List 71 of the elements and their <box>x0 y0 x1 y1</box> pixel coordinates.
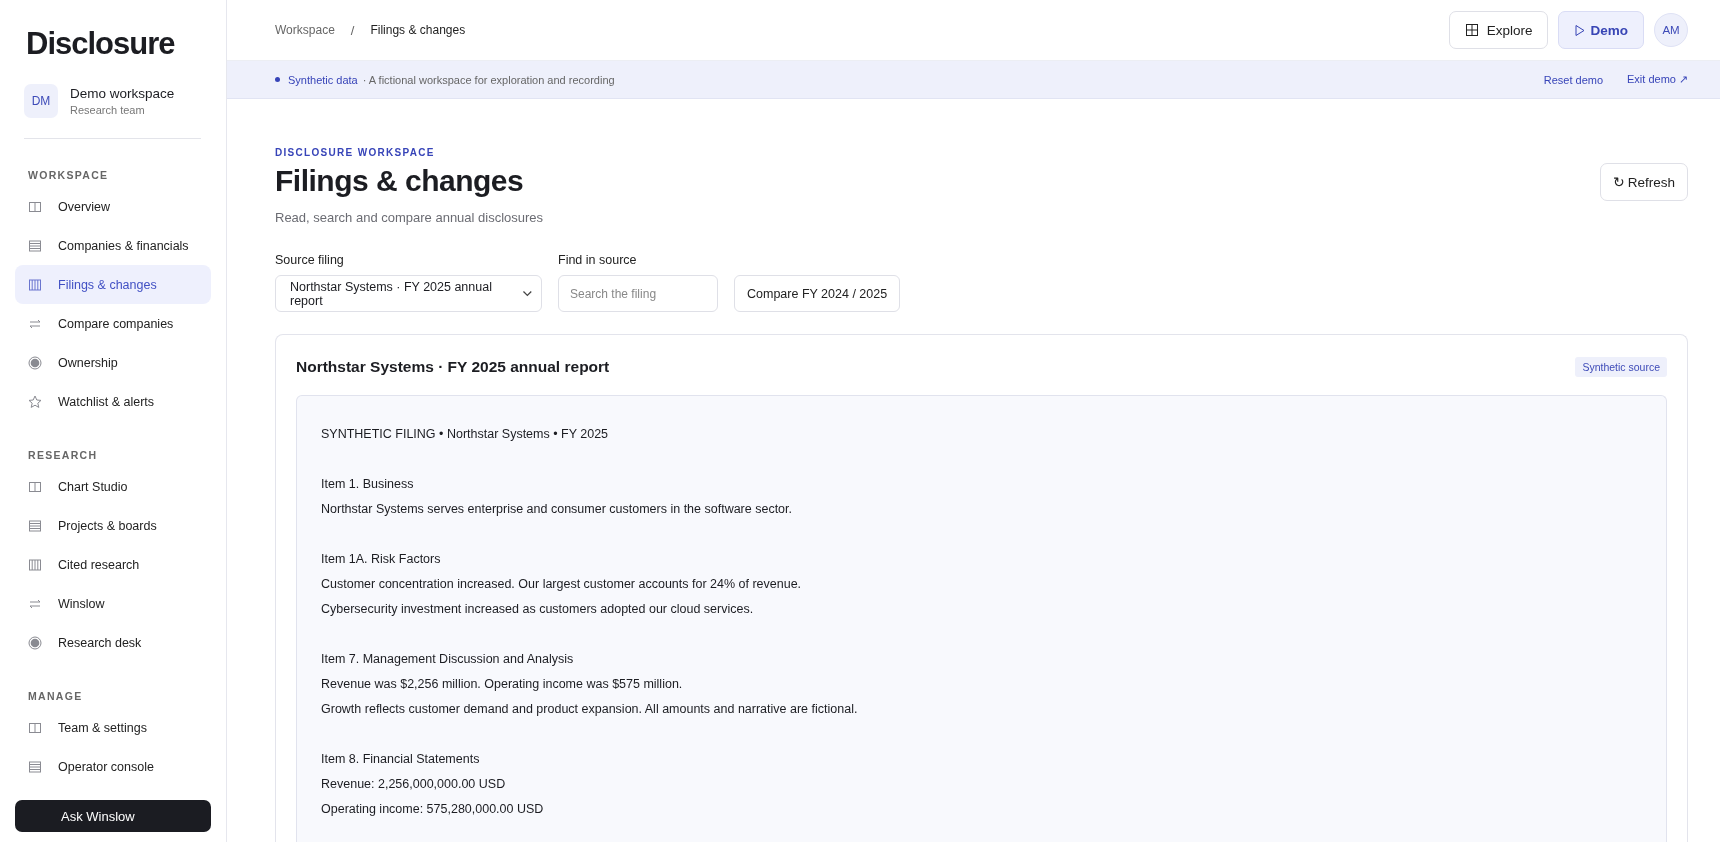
page-eyebrow: DISCLOSURE WORKSPACE <box>275 147 436 158</box>
field-label: Source filing <box>275 253 345 267</box>
filing-line: Growth reflects customer demand and product expansion. All amounts and narrative are fictional. <box>321 701 859 718</box>
rows-icon <box>28 238 42 253</box>
columns-icon <box>28 557 42 572</box>
explore-button[interactable]: Explore <box>1448 11 1549 50</box>
compare-button[interactable]: Compare FY 2024 / 2025 <box>734 275 901 312</box>
nav-section-heading: WORKSPACE <box>28 169 110 181</box>
split-panel-icon <box>28 199 42 214</box>
nav-item[interactable]: Research desk <box>15 623 211 662</box>
reset-demo-link[interactable]: Reset demo <box>1543 73 1604 86</box>
nav-item[interactable]: Watchlist & alerts <box>15 382 211 421</box>
split-panel-icon <box>28 479 42 494</box>
refresh-icon: ↻ <box>1612 174 1625 190</box>
demo-button[interactable]: Demo <box>1558 11 1644 50</box>
status-dot-icon <box>275 77 280 83</box>
filing-heading: Item 1. Business <box>321 476 415 493</box>
star-icon <box>28 394 42 409</box>
nav-item[interactable]: Companies & financials <box>15 226 211 265</box>
radio-circle-icon <box>28 355 42 370</box>
card-title: Northstar Systems · FY 2025 annual report <box>296 358 610 376</box>
filing-line: SYNTHETIC FILING • Northstar Systems • FY 2025 <box>321 426 610 443</box>
search-field[interactable]: Search the filing <box>558 275 718 312</box>
banner-text: · A fictional workspace for exploration and recording <box>362 73 615 86</box>
columns-icon <box>28 277 42 292</box>
filing-line: Cybersecurity investment increased as customers adopted our cloud services. <box>321 601 755 618</box>
nav-item[interactable]: Ownership <box>15 343 211 382</box>
nav-item[interactable]: Cited research <box>15 545 211 584</box>
filing-line: Operating income: 575,280,000.00 USD <box>321 801 545 818</box>
exit-demo-link[interactable]: Exit demo ↗ <box>1627 73 1688 87</box>
filing-line: Customer concentration increased. Our largest customer accounts for 24% of revenue. <box>321 576 803 593</box>
page-title: Filings & changes <box>275 164 525 198</box>
page-subtitle: Read, search and compare annual disclosures <box>275 210 544 225</box>
filing-heading: Item 8. Financial Statements <box>321 751 481 768</box>
chevron-down-icon <box>522 290 533 297</box>
filing-heading: Item 7. Management Discussion and Analysis <box>321 651 575 668</box>
breadcrumb-current: Filings & changes <box>370 23 466 38</box>
synthetic-source-tag: Synthetic source <box>1575 357 1667 377</box>
nav-item[interactable]: Projects & boards <box>15 506 211 545</box>
filing-line: Northstar Systems serves enterprise and consumer customers in the software sector. <box>321 501 794 518</box>
rows-icon <box>28 518 42 533</box>
synthetic-data-link[interactable]: Synthetic data <box>288 73 358 86</box>
breadcrumb-link[interactable]: Workspace <box>275 23 335 38</box>
refresh-button[interactable]: ↻ Refresh <box>1599 163 1688 201</box>
nav-item[interactable]: Chart Studio <box>15 467 211 506</box>
nav-item[interactable]: Winslow <box>15 584 211 623</box>
field-label: Find in source <box>558 253 638 267</box>
team-name: Research team <box>70 104 146 116</box>
filing-line: Revenue: 2,256,000,000.00 USD <box>321 776 507 793</box>
filing-heading: Item 1A. Risk Factors <box>321 551 442 568</box>
nav-section-heading: MANAGE <box>28 690 84 702</box>
app-logo: Disclosure <box>26 26 176 62</box>
radio-circle-icon <box>28 635 42 650</box>
nav-item[interactable]: Compare companies <box>15 304 211 343</box>
source-filing-dropdown[interactable]: Northstar Systems · FY 2025 annual report <box>275 275 542 312</box>
nav-item[interactable]: Operator console <box>15 747 211 786</box>
nav-item[interactable]: Overview <box>15 187 211 226</box>
grid-icon <box>1464 23 1479 38</box>
ask-winslow-button[interactable]: Ask Winslow <box>15 800 211 832</box>
breadcrumb-separator: / <box>350 22 355 38</box>
workspace-name: Demo workspace <box>70 86 175 101</box>
nav-item[interactable]: Team & settings <box>15 708 211 747</box>
workspace-switcher[interactable]: DM Demo workspace Research team <box>24 84 201 139</box>
rows-icon <box>28 759 42 774</box>
play-icon <box>1574 23 1586 37</box>
filing-line: Revenue was $2,256 million. Operating income was $575 million. <box>321 676 684 693</box>
split-panel-icon <box>28 720 42 735</box>
nav-item[interactable]: Filings & changes <box>15 265 211 304</box>
nav-section-heading: RESEARCH <box>28 449 99 461</box>
workspace-avatar: DM <box>24 84 58 118</box>
user-avatar[interactable]: AM <box>1654 13 1688 48</box>
